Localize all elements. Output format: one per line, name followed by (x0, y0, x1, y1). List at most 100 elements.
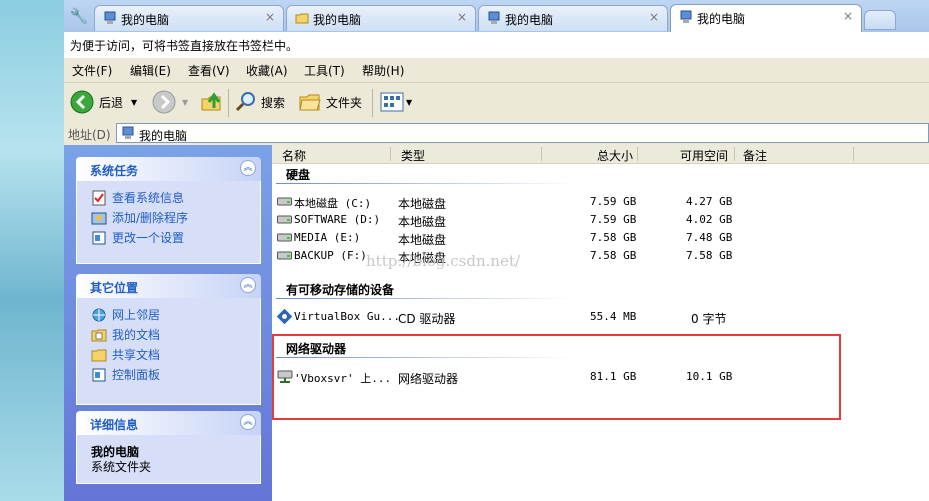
other-places-body: 网上邻居 我的文档 共享文档 控制面板 (76, 298, 261, 405)
drive-row[interactable]: MEDIA (E:) 本地磁盘 7.58 GB 7.48 GB (272, 229, 929, 247)
tab-1[interactable]: 我的电脑 × (94, 5, 284, 31)
column-divider[interactable] (734, 147, 735, 161)
column-divider[interactable] (390, 147, 391, 161)
forward-button[interactable]: ▼ (152, 90, 188, 114)
back-arrow-icon (70, 90, 94, 114)
wrench-icon[interactable]: 🔧 (68, 5, 90, 27)
drive-type: 本地磁盘 (398, 215, 447, 229)
hard-drive-icon (277, 251, 292, 260)
folders-label: 文件夹 (326, 95, 363, 110)
drive-free: 7.48 GB (686, 231, 733, 244)
drive-row[interactable]: VirtualBox Gu... CD 驱动器 55.4 MB 0 字节 (272, 308, 929, 326)
collapse-icon[interactable]: ︽ (240, 160, 256, 176)
views-button[interactable]: ▼ (380, 90, 412, 114)
other-places-panel: 其它位置 ︽ 网上邻居 我的文档 共享文档 控制面板 (76, 274, 261, 405)
column-name[interactable]: 名称 (282, 147, 306, 164)
other-places-header[interactable]: 其它位置 ︽ (76, 274, 261, 298)
drive-total: 7.58 GB (590, 249, 637, 262)
chevron-down-icon[interactable]: ▼ (131, 98, 137, 107)
column-divider[interactable] (853, 147, 854, 161)
menu-view[interactable]: 查看(V) (188, 62, 230, 79)
column-free-space[interactable]: 可用空间 (680, 147, 728, 164)
details-header[interactable]: 详细信息 ︽ (76, 411, 261, 435)
address-label: 地址(D) (68, 128, 111, 142)
panel-title: 其它位置 (90, 281, 139, 295)
task-label: 更改一个设置 (112, 231, 185, 245)
column-comments[interactable]: 备注 (743, 147, 767, 164)
address-bar: 地址(D) 我的电脑 (64, 122, 929, 146)
task-view-system-info[interactable]: 查看系统信息 (91, 189, 184, 206)
close-icon[interactable]: × (649, 10, 659, 24)
tab-label: 我的电脑 (697, 12, 746, 26)
chevron-down-icon[interactable]: ▼ (182, 98, 188, 107)
task-change-setting[interactable]: 更改一个设置 (91, 229, 184, 246)
bookmark-hint-text: 为便于访问，可将书签直接放在书签栏中。 (70, 39, 299, 53)
tab-label: 我的电脑 (121, 13, 170, 27)
forward-arrow-icon (152, 90, 176, 114)
tab-label: 我的电脑 (505, 13, 554, 27)
menu-edit[interactable]: 编辑(E) (130, 62, 171, 79)
desktop-background (0, 0, 64, 501)
group-divider (276, 183, 576, 184)
collapse-icon[interactable]: ︽ (240, 414, 256, 430)
close-icon[interactable]: × (843, 9, 853, 23)
details-type: 系统文件夹 (91, 460, 152, 474)
menu-favorites[interactable]: 收藏(A) (246, 62, 288, 79)
computer-icon (122, 126, 134, 139)
collapse-icon[interactable]: ︽ (240, 277, 256, 293)
address-input[interactable]: 我的电脑 (116, 123, 929, 143)
system-tasks-header[interactable]: 系统任务 ︽ (76, 157, 261, 181)
place-shared-documents[interactable]: 共享文档 (91, 346, 160, 363)
place-network[interactable]: 网上邻居 (91, 306, 160, 323)
drive-row[interactable]: SOFTWARE (D:) 本地磁盘 7.59 GB 4.02 GB (272, 211, 929, 229)
system-info-icon (92, 190, 106, 205)
task-add-remove-programs[interactable]: 添加/删除程序 (91, 209, 188, 226)
drive-row[interactable]: 本地磁盘 (C:) 本地磁盘 7.59 GB 4.27 GB (272, 193, 929, 211)
chevron-down-icon[interactable]: ▼ (406, 98, 412, 107)
network-icon (92, 308, 106, 321)
drive-type: 本地磁盘 (398, 197, 447, 211)
folders-button[interactable]: 文件夹 (298, 90, 362, 114)
tab-strip: 🔧 我的电脑 × 我的电脑 × 我的电脑 × 我的电脑 × (64, 0, 929, 33)
up-folder-button[interactable] (200, 90, 224, 114)
column-type[interactable]: 类型 (401, 147, 425, 164)
details-panel: 详细信息 ︽ 我的电脑 系统文件夹 (76, 411, 261, 484)
group-hard-disks: 硬盘 (286, 168, 311, 182)
column-divider[interactable] (541, 147, 542, 161)
menu-help[interactable]: 帮助(H) (362, 62, 404, 79)
menu-file[interactable]: 文件(F) (72, 62, 112, 79)
new-tab-button[interactable] (864, 10, 896, 30)
place-label: 控制面板 (112, 368, 161, 382)
column-divider[interactable] (637, 147, 638, 161)
back-button[interactable]: 后退 ▼ (70, 90, 137, 114)
close-icon[interactable]: × (457, 10, 467, 24)
bookmark-hint-bar: 为便于访问，可将书签直接放在书签栏中。 (64, 32, 929, 58)
drive-type: 本地磁盘 (398, 233, 447, 247)
tab-3[interactable]: 我的电脑 × (478, 5, 668, 31)
tab-4-active[interactable]: 我的电脑 × (670, 4, 862, 32)
drive-free: 7.58 GB (686, 249, 733, 262)
system-tasks-panel: 系统任务 ︽ 查看系统信息 添加/删除程序 更改一个设置 (76, 157, 261, 264)
menu-bar: 文件(F) 编辑(E) 查看(V) 收藏(A) 工具(T) 帮助(H) (64, 58, 929, 83)
folder-icon (299, 94, 321, 111)
place-my-documents[interactable]: 我的文档 (91, 326, 160, 343)
file-list-pane: 名称 类型 总大小 可用空间 备注 硬盘 本地磁盘 (C:) 本地磁盘 7.59… (272, 145, 929, 501)
place-control-panel[interactable]: 控制面板 (91, 366, 160, 383)
toolbar-separator (372, 89, 373, 117)
drive-free: 0 字节 (691, 312, 727, 326)
column-total-size[interactable]: 总大小 (597, 147, 633, 164)
tab-2[interactable]: 我的电脑 × (286, 5, 476, 31)
task-label: 添加/删除程序 (112, 211, 189, 225)
drive-free: 4.02 GB (686, 213, 733, 226)
drive-free: 4.27 GB (686, 195, 733, 208)
place-label: 我的文档 (112, 328, 161, 342)
address-value: 我的电脑 (139, 129, 188, 143)
close-icon[interactable]: × (265, 10, 275, 24)
highlight-box (272, 334, 841, 420)
menu-tools[interactable]: 工具(T) (304, 62, 345, 79)
up-folder-icon (201, 92, 221, 111)
control-panel-icon (92, 368, 106, 381)
search-button[interactable]: 搜索 (234, 90, 285, 114)
drive-name: SOFTWARE (D:) (294, 213, 381, 226)
hard-drive-icon (277, 215, 292, 224)
